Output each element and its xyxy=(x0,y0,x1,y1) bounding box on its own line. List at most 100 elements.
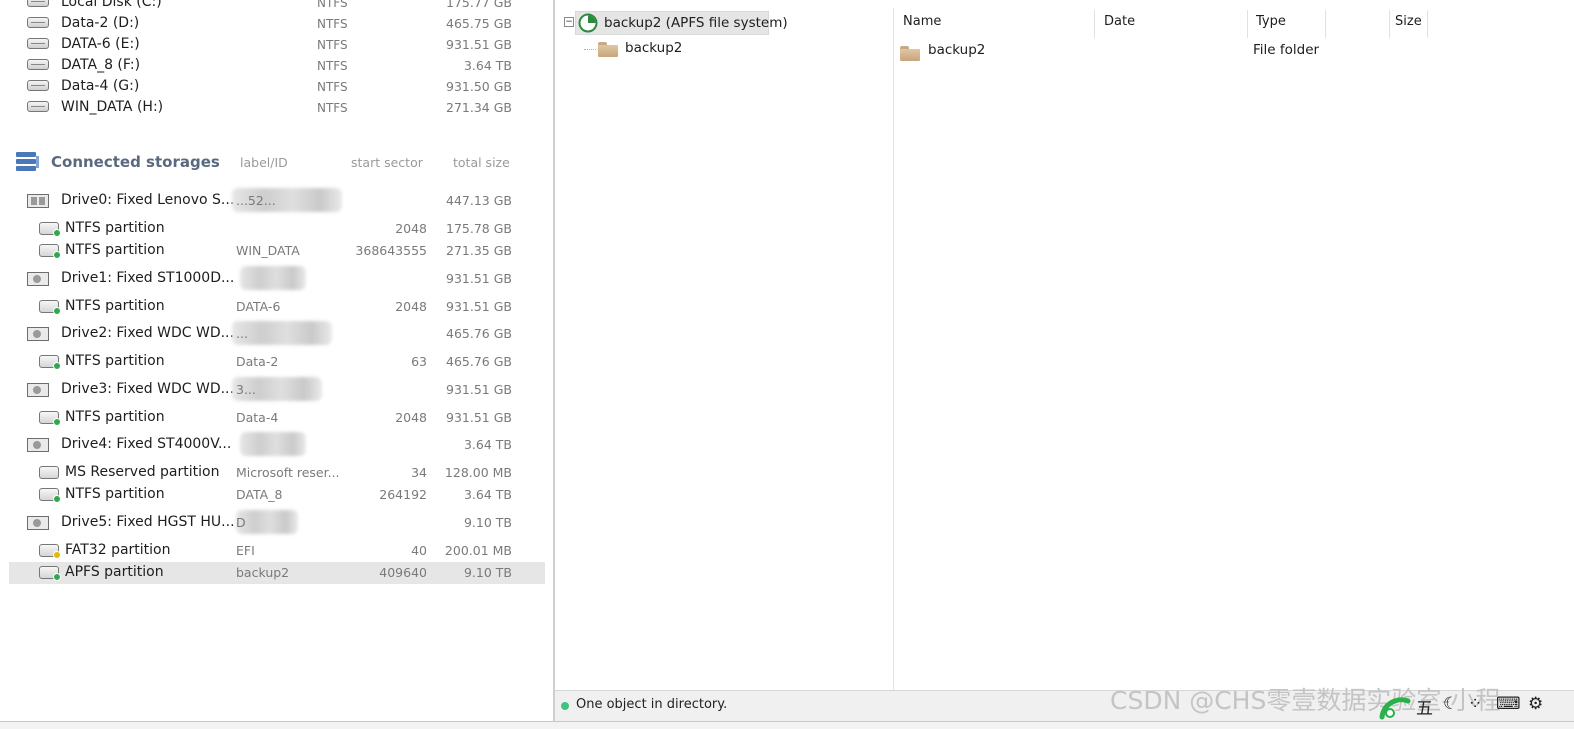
storage-label: Data-4 xyxy=(236,410,279,425)
storage-label: Data-2 xyxy=(236,354,279,369)
folder-icon xyxy=(900,46,920,61)
local-drive-name: DATA_8 (F:) xyxy=(61,57,141,73)
partition-row[interactable]: NTFS partition WIN_DATA 368643555 271.35 GB xyxy=(0,240,553,262)
drive-row[interactable]: Drive1: Fixed ST1000D... 931.51 GB xyxy=(0,266,553,290)
storage-name: NTFS partition xyxy=(65,486,165,502)
hard-drive-icon xyxy=(27,194,49,208)
column-divider[interactable] xyxy=(1389,10,1390,38)
partition-row[interactable]: FAT32 partition EFI 40 200.01 MB xyxy=(0,540,553,562)
local-drive-fs: NTFS xyxy=(317,101,348,115)
local-drive-size: 931.50 GB xyxy=(446,79,512,94)
storage-name: Drive0: Fixed Lenovo S... xyxy=(61,192,235,208)
punctuation-icon[interactable]: ⁘ xyxy=(1468,694,1482,714)
local-drive-name: Data-2 (D:) xyxy=(61,15,140,31)
status-dot-icon xyxy=(561,702,569,710)
apfs-volume-icon xyxy=(578,13,598,33)
column-divider[interactable] xyxy=(1427,10,1428,38)
local-drive-row[interactable]: DATA_8 (F:) NTFS 3.64 TB xyxy=(0,55,553,77)
storage-name: Drive5: Fixed HGST HU... xyxy=(61,514,235,530)
local-drive-size: 465.75 GB xyxy=(446,16,512,31)
column-divider[interactable] xyxy=(1325,10,1326,38)
storage-label: Microsoft reser... xyxy=(236,465,340,480)
storage-start-sector: 2048 xyxy=(395,299,427,314)
local-drive-row[interactable]: WIN_DATA (H:) NTFS 271.34 GB xyxy=(0,97,553,119)
partition-row[interactable]: APFS partition backup2 409640 9.10 TB xyxy=(9,562,545,584)
left-pane: Local Disk (C:) NTFS 175.77 GB Data-2 (D:) N… xyxy=(0,0,553,728)
watermark: CSDN @CHS零壹数据实验室-小程 xyxy=(1110,686,1501,715)
drive-row[interactable]: Drive5: Fixed HGST HU... D 9.10 TB xyxy=(0,510,553,534)
storage-start-sector: 409640 xyxy=(379,565,427,580)
moon-icon[interactable]: ☾ xyxy=(1443,694,1458,714)
hard-drive-icon xyxy=(27,272,49,286)
file-row[interactable]: backup2 File folder xyxy=(894,39,1574,63)
local-drive-fs: NTFS xyxy=(317,17,348,31)
local-drive-size: 931.51 GB xyxy=(446,37,512,52)
drive-row[interactable]: Drive4: Fixed ST4000V... 3.64 TB xyxy=(0,432,553,456)
storage-name: Drive1: Fixed ST1000D... xyxy=(61,270,235,286)
storage-start-sector: 34 xyxy=(411,465,427,480)
keyboard-icon[interactable]: ⌨ xyxy=(1496,694,1521,714)
storage-label: WIN_DATA xyxy=(236,243,300,258)
partition-row[interactable]: NTFS partition Data-2 63 465.76 GB xyxy=(0,351,553,373)
hard-drive-icon xyxy=(27,327,49,341)
volume-icon xyxy=(27,59,49,70)
column-header-total-size[interactable]: total size xyxy=(453,155,510,170)
local-drive-row[interactable]: Local Disk (C:) NTFS 175.77 GB xyxy=(0,0,553,14)
folder-tree-pane: − backup2 (APFS file system) backup2 xyxy=(555,0,893,688)
local-drive-size: 3.64 TB xyxy=(463,58,512,73)
storage-name: NTFS partition xyxy=(65,242,165,258)
column-header-label[interactable]: label/ID xyxy=(240,155,288,170)
storage-total-size: 465.76 GB xyxy=(446,354,512,369)
storage-label: ... xyxy=(236,326,248,341)
partition-row[interactable]: NTFS partition 2048 175.78 GB xyxy=(0,218,553,240)
partition-icon xyxy=(39,488,61,503)
tree-node-backup2[interactable]: backup2 xyxy=(598,38,718,60)
hard-drive-icon xyxy=(27,383,49,397)
tree-node-root-label: backup2 (APFS file system) xyxy=(604,15,788,31)
hard-drive-icon xyxy=(27,438,49,452)
local-drive-row[interactable]: Data-2 (D:) NTFS 465.75 GB xyxy=(0,13,553,35)
partition-row[interactable]: NTFS partition DATA-6 2048 931.51 GB xyxy=(0,296,553,318)
partition-icon xyxy=(39,300,61,315)
storage-total-size: 9.10 TB xyxy=(463,515,512,530)
partition-icon xyxy=(39,466,59,479)
local-drive-name: Local Disk (C:) xyxy=(61,0,162,10)
storage-stack-icon xyxy=(16,152,39,171)
storage-total-size: 3.64 TB xyxy=(463,437,512,452)
column-divider[interactable] xyxy=(1247,10,1248,38)
partition-row[interactable]: MS Reserved partition Microsoft reser... 3… xyxy=(0,462,553,484)
storage-total-size: 931.51 GB xyxy=(446,271,512,286)
storage-total-size: 465.76 GB xyxy=(446,326,512,341)
partition-row[interactable]: NTFS partition DATA_8 264192 3.64 TB xyxy=(0,484,553,506)
column-header-name[interactable]: Name xyxy=(903,14,941,29)
storage-total-size: 447.13 GB xyxy=(446,193,512,208)
storage-label: EFI xyxy=(236,543,255,558)
column-header-date[interactable]: Date xyxy=(1104,14,1135,29)
column-header-type[interactable]: Type xyxy=(1256,14,1286,29)
storage-name: Drive2: Fixed WDC WD... xyxy=(61,325,234,341)
drive-row[interactable]: Drive2: Fixed WDC WD...... 465.76 GB xyxy=(0,321,553,345)
storage-label: DATA-6 xyxy=(236,299,281,314)
storage-name: NTFS partition xyxy=(65,409,165,425)
redacted-serial xyxy=(240,432,306,456)
partition-row[interactable]: NTFS partition Data-4 2048 931.51 GB xyxy=(0,407,553,429)
storage-total-size: 931.51 GB xyxy=(446,382,512,397)
drive-row[interactable]: Drive0: Fixed Lenovo S... ...52... 447.13 … xyxy=(0,188,553,212)
local-drive-row[interactable]: Data-4 (G:) NTFS 931.50 GB xyxy=(0,76,553,98)
column-header-start-sector[interactable]: start sector xyxy=(351,155,423,170)
column-header-size[interactable]: Size xyxy=(1395,14,1422,29)
storage-name: Drive3: Fixed WDC WD... xyxy=(61,381,234,397)
column-divider[interactable] xyxy=(1094,10,1095,38)
drive-row[interactable]: Drive3: Fixed WDC WD... 3... 931.51 GB xyxy=(0,377,553,401)
local-drive-fs: NTFS xyxy=(317,38,348,52)
tree-connector xyxy=(584,49,596,50)
storage-start-sector: 40 xyxy=(411,543,427,558)
collapse-toggle-icon[interactable]: − xyxy=(564,17,574,27)
hard-drive-icon xyxy=(27,516,49,530)
ime-indicator-icon[interactable]: 五 xyxy=(1416,694,1433,719)
partition-icon xyxy=(39,222,61,237)
settings-icon[interactable]: ⚙ xyxy=(1528,694,1543,714)
storage-start-sector: 2048 xyxy=(395,221,427,236)
local-drive-row[interactable]: DATA-6 (E:) NTFS 931.51 GB xyxy=(0,34,553,56)
tree-node-apfs-root[interactable]: backup2 (APFS file system) xyxy=(575,11,788,35)
